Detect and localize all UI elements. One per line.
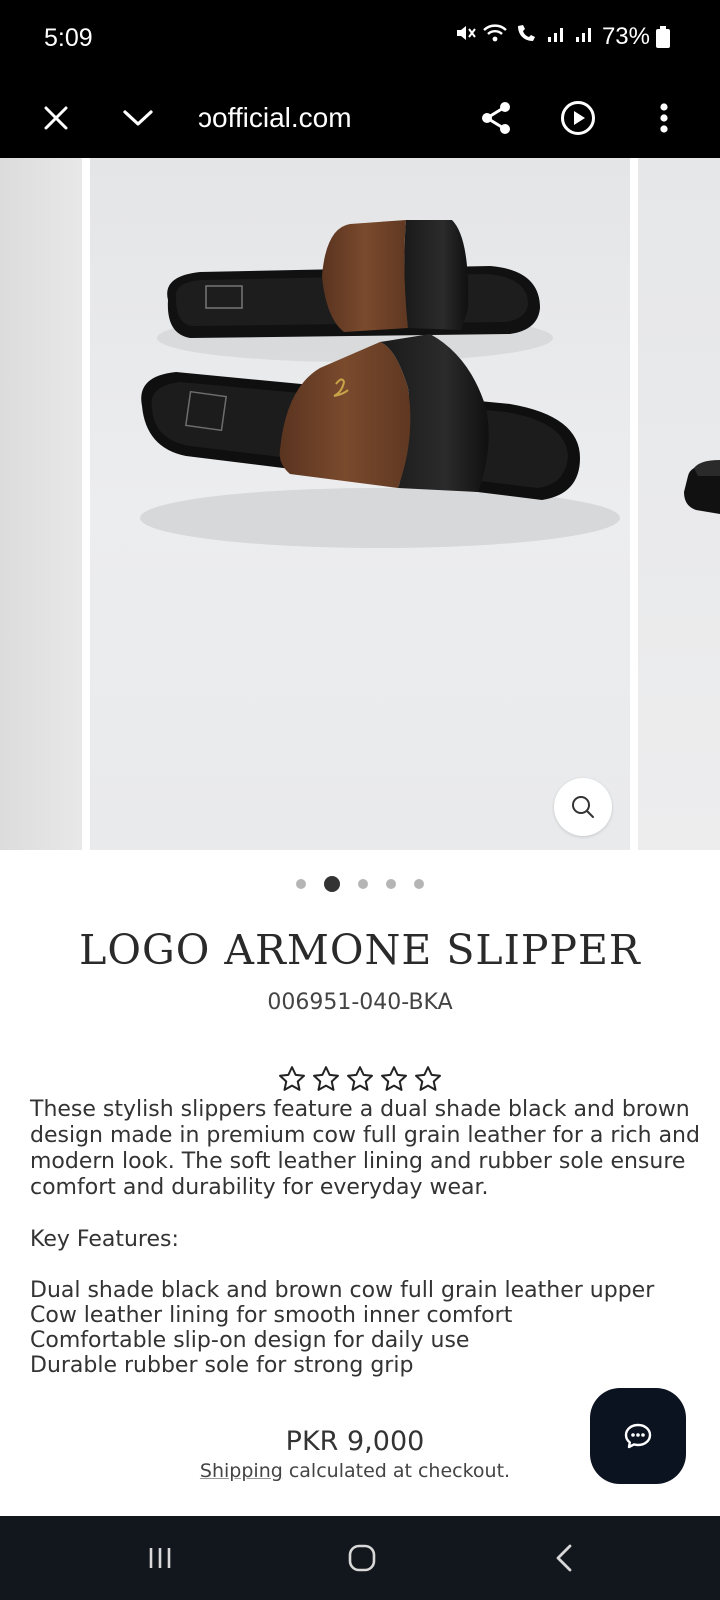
recent-apps-button[interactable]	[120, 1516, 200, 1600]
chevron-down-icon	[123, 110, 153, 126]
home-icon	[348, 1544, 376, 1572]
pagination-dot[interactable]	[414, 879, 424, 889]
feature-item: Comfortable slip-on design for daily use	[30, 1328, 470, 1353]
description-text: These stylish slippers feature a dual sh…	[30, 1097, 700, 1200]
battery-percent: 73%	[601, 22, 650, 50]
status-time: 5:09	[44, 24, 93, 52]
collapse-button[interactable]	[108, 78, 168, 158]
battery-icon	[656, 25, 670, 48]
star-outline-icon	[347, 1066, 373, 1091]
chat-button[interactable]	[590, 1388, 686, 1484]
browser-toolbar: ɔofficial.com	[0, 78, 720, 158]
status-icons: 73%	[454, 22, 670, 51]
product-image	[140, 220, 620, 548]
back-button[interactable]	[524, 1516, 604, 1600]
status-bar: 5:09 73%	[0, 0, 720, 78]
home-button[interactable]	[322, 1516, 402, 1600]
pagination-dot[interactable]	[296, 879, 306, 889]
search-icon	[572, 796, 594, 818]
star-outline-icon	[279, 1066, 305, 1091]
gallery-slide-current[interactable]	[90, 158, 630, 850]
shipping-link[interactable]: Shipping	[200, 1460, 283, 1482]
product-image-partial	[684, 460, 720, 514]
play-icon	[561, 101, 595, 135]
product-description: These stylish slippers feature a dual sh…	[30, 1097, 702, 1201]
star-outline-icon	[381, 1066, 407, 1091]
chat-bubble-icon	[624, 1423, 652, 1449]
pagination-dot-active[interactable]	[324, 876, 340, 892]
wifi-icon	[482, 22, 508, 51]
url-text[interactable]: ɔofficial.com	[198, 88, 352, 148]
mute-icon	[454, 22, 476, 51]
shipping-text: calculated at checkout.	[282, 1460, 511, 1482]
signal-icon	[574, 22, 596, 51]
zoom-button[interactable]	[554, 778, 612, 836]
share-icon	[482, 102, 510, 134]
more-vertical-icon	[660, 103, 668, 133]
share-button[interactable]	[466, 78, 526, 158]
gallery-pagination	[0, 876, 720, 892]
feature-item: Dual shade black and brown cow full grai…	[30, 1278, 655, 1303]
key-features-heading: Key Features:	[30, 1227, 179, 1252]
feature-item: Cow leather lining for smooth inner comf…	[30, 1303, 513, 1328]
product-gallery[interactable]	[0, 158, 720, 850]
more-options-button[interactable]	[634, 78, 694, 158]
feature-item: Durable rubber sole for strong grip	[30, 1353, 414, 1378]
feature-list: Dual shade black and brown cow full grai…	[30, 1278, 702, 1378]
star-outline-icon	[313, 1066, 339, 1091]
gallery-slide-next[interactable]	[638, 158, 720, 850]
gallery-slide-previous[interactable]	[0, 158, 82, 850]
pagination-dot[interactable]	[358, 879, 368, 889]
signal-icon	[546, 22, 568, 51]
rating-stars[interactable]	[0, 1064, 720, 1094]
play-button[interactable]	[548, 78, 608, 158]
close-icon	[44, 106, 68, 130]
product-title: LOGO ARMONE SLIPPER	[79, 926, 641, 974]
pagination-dot[interactable]	[386, 879, 396, 889]
wifi-call-icon	[514, 22, 540, 51]
recent-apps-icon	[149, 1548, 171, 1568]
back-icon	[556, 1544, 572, 1572]
close-button[interactable]	[26, 78, 86, 158]
system-nav-bar	[0, 1516, 720, 1600]
star-outline-icon	[415, 1066, 441, 1091]
product-sku: 006951-040-BKA	[267, 990, 453, 1015]
